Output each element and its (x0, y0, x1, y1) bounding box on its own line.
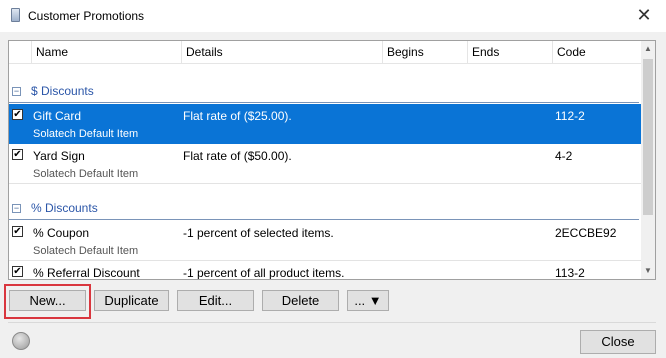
close-button[interactable]: Close (580, 330, 656, 354)
item-name: % Referral Discount (33, 266, 140, 280)
checkbox[interactable]: ✔ (12, 149, 23, 160)
item-name: % Coupon (33, 226, 90, 240)
window-title: Customer Promotions (28, 9, 145, 23)
group-title: $ Discounts (31, 84, 94, 98)
new-button[interactable]: New... (9, 290, 86, 311)
group-divider (9, 102, 639, 103)
edit-button[interactable]: Edit... (177, 290, 254, 311)
list-item[interactable]: ✔ % Referral Discount -1 percent of all … (9, 261, 641, 280)
list-item[interactable]: ✔ % Coupon -1 percent of selected items.… (9, 221, 641, 261)
duplicate-button[interactable]: Duplicate (94, 290, 169, 311)
close-window-icon[interactable]: ✕ (633, 4, 655, 26)
list-header: Name Details Begins Ends Code (9, 41, 641, 64)
item-details: Flat rate of ($50.00). (183, 149, 292, 163)
delete-button[interactable]: Delete (262, 290, 339, 311)
app-icon (11, 8, 20, 22)
column-header-ends[interactable]: Ends (467, 41, 552, 63)
header-spacer (9, 41, 31, 63)
scroll-up-icon[interactable]: ▲ (641, 41, 655, 57)
collapse-icon[interactable]: − (12, 87, 21, 96)
group-divider (9, 219, 639, 220)
list-item[interactable]: ✔ Yard Sign Flat rate of ($50.00). 4-2 S… (9, 144, 641, 184)
item-code: 2ECCBE92 (555, 226, 617, 240)
status-indicator-icon (12, 332, 30, 350)
checkbox[interactable]: ✔ (12, 109, 23, 120)
column-header-code[interactable]: Code (552, 41, 641, 63)
scroll-thumb[interactable] (643, 59, 653, 215)
item-subtitle: Solatech Default Item (33, 168, 139, 180)
column-header-begins[interactable]: Begins (382, 41, 467, 63)
promotions-list[interactable]: Name Details Begins Ends Code − $ Discou… (8, 40, 656, 280)
item-name: Yard Sign (33, 149, 85, 163)
list-item[interactable]: ✔ Gift Card Flat rate of ($25.00). 112-2… (9, 104, 641, 144)
item-code: 112-2 (555, 109, 585, 123)
footer-divider (8, 322, 656, 323)
item-subtitle: Solatech Default Item (33, 128, 139, 140)
vertical-scrollbar[interactable]: ▲ ▼ (641, 41, 655, 279)
item-details: Flat rate of ($25.00). (183, 109, 292, 123)
group-title: % Discounts (31, 201, 98, 215)
item-name: Gift Card (33, 109, 82, 123)
item-code: 4-2 (555, 149, 573, 163)
group-header[interactable]: − % Discounts (9, 198, 641, 220)
more-actions-button[interactable]: ... ▼ (347, 290, 389, 311)
item-code: 113-2 (555, 266, 585, 280)
checkbox[interactable]: ✔ (12, 266, 23, 277)
column-header-name[interactable]: Name (31, 41, 181, 63)
item-subtitle: Solatech Default Item (33, 245, 139, 257)
title-bar: Customer Promotions ✕ (0, 0, 666, 32)
item-details: -1 percent of all product items. (183, 266, 345, 280)
checkbox[interactable]: ✔ (12, 226, 23, 237)
collapse-icon[interactable]: − (12, 204, 21, 213)
item-details: -1 percent of selected items. (183, 226, 334, 240)
column-header-details[interactable]: Details (181, 41, 382, 63)
group-header[interactable]: − $ Discounts (9, 81, 641, 103)
scroll-down-icon[interactable]: ▼ (641, 263, 655, 279)
